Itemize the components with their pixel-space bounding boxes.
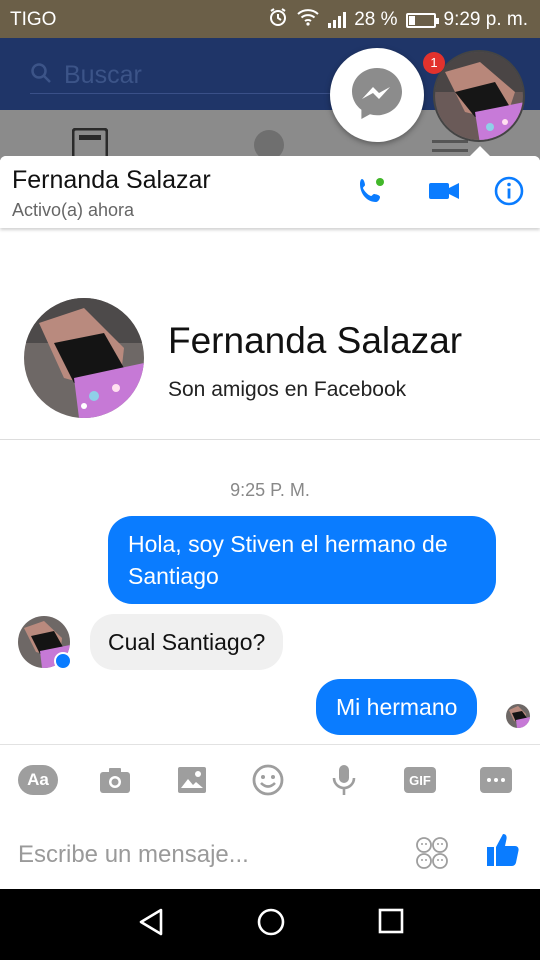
messenger-chat-head[interactable] [330,48,424,142]
profile-avatar[interactable] [24,298,144,418]
gif-label: GIF [404,767,436,793]
info-icon[interactable] [494,176,524,211]
signal-icon [328,12,347,28]
messenger-badge-icon [54,652,72,670]
profile-summary: Fernanda Salazar Son amigos en Facebook [0,228,540,440]
video-call-icon[interactable] [428,176,460,211]
messenger-icon [350,66,404,125]
notification-badge: 1 [423,52,445,74]
contact-name[interactable]: Fernanda Salazar [12,166,211,195]
aa-label: Aa [18,765,58,795]
message-timestamp: 9:25 P. M. [230,480,310,500]
battery-percent: 28 % [354,9,398,30]
emoji-grid-icon[interactable] [415,836,449,875]
aa-icon[interactable]: Aa [18,763,58,797]
status-time: 9:29 p. m. [443,9,529,30]
like-icon[interactable] [486,832,520,873]
conversation-header: Fernanda Salazar Activo(a) ahora [0,156,540,228]
gif-icon[interactable]: GIF [400,763,440,797]
status-icons: 28 % 9:29 p. m. [268,7,528,33]
profile-name: Fernanda Salazar [168,320,463,361]
message-composer [0,816,540,889]
battery-icon [405,12,439,28]
back-icon[interactable] [138,907,164,942]
message-input[interactable] [18,838,388,872]
more-icon[interactable] [476,763,516,797]
conversation-panel: Fernanda Salazar Activo(a) ahora Fernand… [0,156,540,889]
navigation-bar [0,889,540,960]
composer-toolbar: Aa GIF [0,744,540,814]
home-icon[interactable] [256,907,286,942]
image-icon[interactable] [172,763,212,797]
carrier-label: TIGO [10,9,57,30]
search-icon [30,62,52,89]
microphone-icon[interactable] [324,763,364,797]
wifi-icon [296,8,320,32]
friendship-status: Son amigos en Facebook [168,378,407,401]
seen-indicator-avatar [506,704,530,728]
status-bar: TIGO 28 % 9:29 p. m. [0,0,540,38]
alarm-icon [268,7,288,33]
camera-icon[interactable] [95,763,135,797]
chat-head-pointer [470,146,490,156]
contact-status: Activo(a) ahora [12,200,135,220]
phone-call-icon[interactable] [356,176,386,211]
search-placeholder: Buscar [64,61,142,89]
emoji-icon[interactable] [248,763,288,797]
outgoing-message[interactable]: Hola, soy Stiven el hermano de Santiago [108,516,496,604]
outgoing-message[interactable]: Mi hermano [316,679,478,735]
contact-chat-head-avatar[interactable] [433,50,525,142]
recents-icon[interactable] [378,907,404,940]
incoming-message[interactable]: Cual Santiago? [90,614,284,670]
